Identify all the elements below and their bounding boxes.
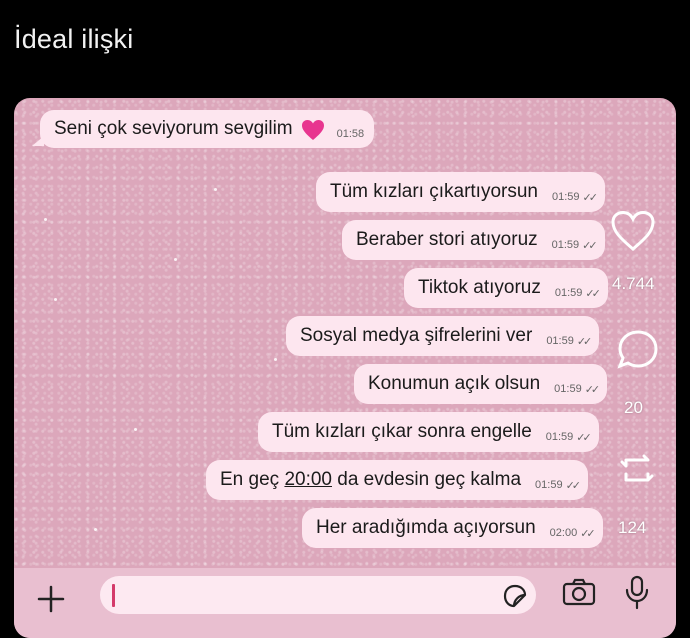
message-outgoing[interactable]: Konumun açık olsun 01:59 ✓✓	[354, 364, 608, 404]
chat-window: Seni çok seviyorum sevgilim 01:58 Tüm kı…	[14, 98, 676, 638]
message-time: 01:59 ✓✓	[535, 479, 582, 492]
message-text: Konumun açık olsun	[368, 373, 541, 394]
read-ticks-icon: ✓✓	[565, 479, 582, 492]
plus-icon[interactable]	[36, 574, 66, 623]
camera-icon[interactable]	[562, 578, 596, 611]
read-ticks-icon: ✓✓	[582, 239, 598, 252]
message-time: 01:59 ✓✓	[554, 287, 601, 300]
message-outgoing[interactable]: Sosyal medya şifrelerini ver 01:59 ✓✓	[286, 316, 600, 356]
message-time: 01:59 ✓✓	[546, 335, 593, 348]
read-ticks-icon: ✓✓	[580, 527, 596, 540]
message-incoming[interactable]: Seni çok seviyorum sevgilim 01:58	[31, 110, 375, 148]
message-time: 01:58	[336, 128, 365, 140]
message-text: Sosyal medya şifrelerini ver	[300, 325, 533, 346]
message-outgoing[interactable]: Tüm kızları çıkartıyorsun 01:59 ✓✓	[316, 172, 605, 212]
time-link[interactable]: 20:00	[284, 469, 332, 490]
sticker-icon[interactable]	[502, 583, 528, 614]
message-outgoing[interactable]: Her aradığımda açıyorsun 02:00 ✓✓	[302, 508, 603, 548]
message-time: 01:59 ✓✓	[545, 431, 592, 444]
read-ticks-icon: ✓✓	[585, 287, 601, 300]
message-text: Seni çok seviyorum sevgilim	[54, 118, 293, 139]
message-text: Tüm kızları çıkartıyorsun	[330, 181, 538, 202]
message-text: En geç 20:00 da evdesin geç kalma	[220, 469, 522, 490]
text-caret	[112, 584, 115, 607]
repost-count: 124	[618, 518, 647, 537]
message-input[interactable]	[100, 576, 536, 614]
post-title: İdeal ilişki	[14, 24, 134, 54]
message-outgoing[interactable]: Beraber stori atıyoruz 01:59 ✓✓	[342, 220, 605, 260]
comment-count: 20	[624, 398, 643, 417]
like-heart-icon[interactable]	[610, 210, 656, 257]
message-outgoing[interactable]: Tüm kızları çıkar sonra engelle 01:59 ✓✓	[258, 412, 599, 452]
repost-icon[interactable]	[618, 450, 658, 495]
heart-emoji-icon	[301, 119, 324, 140]
message-outgoing[interactable]: En geç 20:00 da evdesin geç kalma 01:59 ✓…	[206, 460, 589, 500]
message-time: 01:59 ✓✓	[551, 239, 598, 252]
read-ticks-icon: ✓✓	[576, 335, 593, 348]
read-ticks-icon: ✓✓	[584, 383, 601, 396]
read-ticks-icon: ✓✓	[582, 191, 599, 204]
message-text: Tüm kızları çıkar sonra engelle	[272, 421, 532, 442]
message-outgoing[interactable]: Tiktok atıyoruz 01:59 ✓✓	[404, 268, 608, 308]
message-text: Beraber stori atıyoruz	[356, 229, 538, 250]
message-text: Her aradığımda açıyorsun	[316, 517, 536, 538]
mic-icon[interactable]	[622, 574, 652, 617]
comment-icon[interactable]	[616, 328, 660, 377]
like-count: 4.744	[612, 274, 655, 293]
message-time: 01:59 ✓✓	[554, 383, 601, 396]
read-ticks-icon: ✓✓	[576, 431, 592, 444]
message-time: 02:00 ✓✓	[549, 527, 596, 540]
message-time: 01:59 ✓✓	[552, 191, 599, 204]
message-text: Tiktok atıyoruz	[418, 277, 541, 298]
